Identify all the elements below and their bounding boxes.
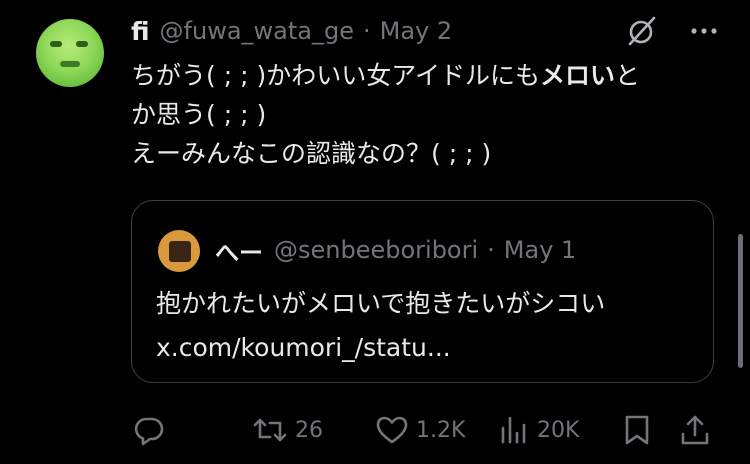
separator-dot: · <box>362 17 371 45</box>
share-icon <box>680 414 710 446</box>
views-count: 20K <box>537 417 580 443</box>
tweet-text-line: えーみんなこの認識なの？( ; ; ) <box>131 139 492 168</box>
reply-icon <box>133 414 165 446</box>
avatar[interactable] <box>36 19 104 87</box>
quote-date[interactable]: May 1 <box>504 236 577 264</box>
display-name[interactable]: fi <box>131 17 150 46</box>
scrollbar[interactable] <box>738 234 743 368</box>
more-icon[interactable] <box>689 26 719 36</box>
tweet-text: ちがう( ; ; )かわいい女アイドルにもメロいと か思う( ; ; ) えーみ… <box>131 56 706 173</box>
like-button[interactable]: 1.2K <box>376 410 465 450</box>
tweet-date[interactable]: May 2 <box>380 17 453 45</box>
tweet-text-line: か思う( ; ; ) <box>131 100 267 129</box>
quote-link[interactable]: x.com/koumori_/statu... <box>156 326 696 370</box>
avatar-mouth <box>60 61 80 67</box>
reply-button[interactable] <box>133 410 173 450</box>
text-bold-segment: メロい <box>539 61 615 90</box>
user-handle[interactable]: @fuwa_wata_ge <box>160 17 354 45</box>
retweet-count: 26 <box>295 417 323 443</box>
quote-text: 抱かれたいがメロいで抱きたいがシコい x.com/koumori_/statu.… <box>156 282 696 370</box>
retweet-icon <box>253 414 287 446</box>
text-segment: と <box>614 61 640 90</box>
text-segment: ちがう( ; ; )かわいい女アイドルにも <box>131 61 540 90</box>
like-icon <box>376 415 408 445</box>
tweet-header: fi @fuwa_wata_ge · May 2 <box>131 14 452 48</box>
retweet-button[interactable]: 26 <box>253 410 323 450</box>
quote-handle[interactable]: @senbeeboribori <box>274 236 478 264</box>
views-button[interactable]: 20K <box>499 410 579 450</box>
like-count: 1.2K <box>416 417 466 443</box>
separator-dot: · <box>487 236 495 264</box>
quote-header: へー @senbeeboribori · May 1 <box>215 233 577 268</box>
views-icon <box>499 415 529 445</box>
avatar-cracker <box>169 241 191 262</box>
grok-icon[interactable] <box>625 14 659 48</box>
bookmark-icon <box>624 414 650 446</box>
tweet-text-line: ちがう( ; ; )かわいい女アイドルにもメロいと <box>131 56 706 95</box>
action-bar: 26 1.2K 20K <box>0 410 750 450</box>
share-button[interactable] <box>680 410 710 450</box>
quote-avatar[interactable] <box>158 230 200 272</box>
quoted-tweet[interactable]: へー @senbeeboribori · May 1 抱かれたいがメロいで抱きた… <box>131 200 714 383</box>
avatar-eye <box>76 41 88 47</box>
avatar-eye <box>50 41 62 47</box>
quote-text-line: 抱かれたいがメロいで抱きたいがシコい <box>156 289 606 318</box>
bookmark-button[interactable] <box>624 410 650 450</box>
quote-display-name[interactable]: へー <box>215 233 263 268</box>
tweet-top-actions <box>625 14 719 48</box>
